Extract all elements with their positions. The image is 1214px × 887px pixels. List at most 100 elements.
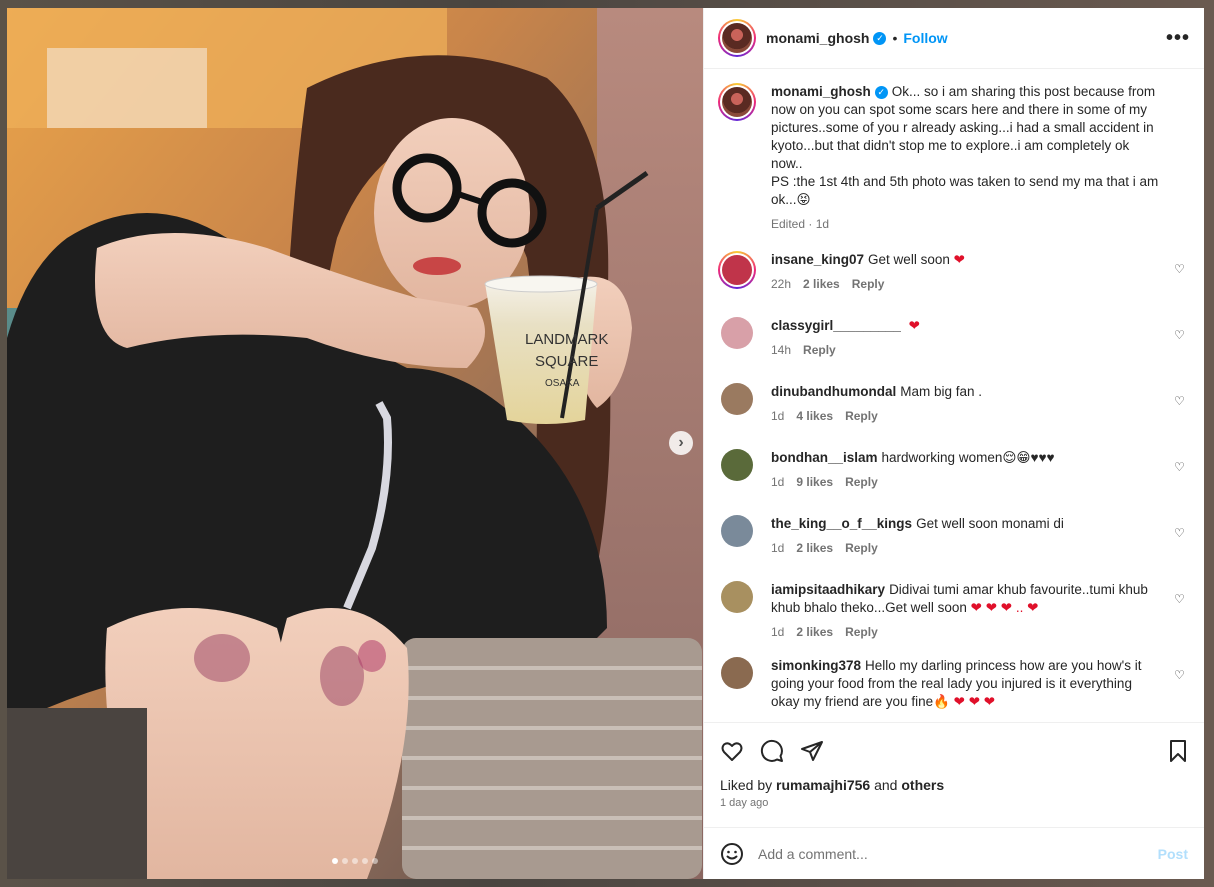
comment-avatar[interactable] (721, 657, 753, 689)
comment-avatar[interactable] (721, 449, 753, 481)
comment-username[interactable]: iamipsitaadhikary (771, 582, 885, 597)
comment-reply-button[interactable]: Reply (845, 475, 878, 489)
comment-username[interactable]: classygirl_________ (771, 318, 901, 333)
comment-item: iamipsitaadhikary Didivai tumi amar khub … (718, 581, 1190, 639)
comment-time: 1d (771, 625, 785, 639)
post-comment-button[interactable]: Post (1158, 846, 1188, 862)
comment-like-heart-icon[interactable]: ♡ (1174, 263, 1186, 275)
emoji-icon[interactable] (720, 842, 744, 866)
share-icon[interactable] (800, 739, 824, 763)
comment-input[interactable] (758, 845, 1158, 862)
like-heart-icon[interactable] (720, 739, 744, 763)
caption-text: monami_ghosh ✓ Ok... so i am sharing this … (771, 83, 1164, 209)
carousel-dot (362, 858, 368, 864)
post-photo: LANDMARK SQUARE OSAKA › (7, 8, 703, 879)
carousel-dot (342, 858, 348, 864)
photo-illustration: LANDMARK SQUARE OSAKA (7, 8, 703, 879)
carousel-dot (372, 858, 378, 864)
red-heart-emoji: ❤ ❤ ❤ (953, 694, 996, 709)
cup-text-line2: SQUARE (535, 353, 598, 370)
next-photo-button[interactable]: › (669, 431, 693, 455)
liked-user[interactable]: rumamajhi756 (776, 777, 870, 793)
carousel-dot (332, 858, 338, 864)
comment-text: Mam big fan . (900, 384, 983, 399)
comment-likes[interactable]: 2 likes (796, 625, 833, 639)
add-comment-bar: Post (704, 827, 1204, 879)
cup-text-line3: OSAKA (545, 378, 580, 389)
comment-text: Get well soon (868, 252, 950, 267)
comment-avatar[interactable] (718, 251, 756, 289)
comment-item: dinubandhumondal Mam big fan . 1d 4 likes R… (718, 383, 1190, 431)
author-username[interactable]: monami_ghosh (766, 30, 869, 46)
post-modal: LANDMARK SQUARE OSAKA › monami_ghosh ✓ •… (7, 8, 1204, 879)
comment-like-heart-icon[interactable]: ♡ (1174, 527, 1186, 539)
comment-time: 22h (771, 277, 792, 291)
liked-by: Liked by rumamajhi756 and others (720, 777, 1190, 793)
comment-item: classygirl_________ ❤ 14h Reply ♡ (718, 317, 1190, 365)
comment-likes[interactable]: 4 likes (796, 409, 833, 423)
comment-item: simonking378 Hello my darling princess ho… (718, 657, 1190, 711)
verified-badge-icon: ✓ (873, 31, 887, 45)
carousel-dots (332, 858, 378, 864)
caption-meta: Edited · 1d (771, 217, 830, 231)
comment-meta: 1d 2 likes Reply (771, 625, 1164, 639)
comment-time: 1d (771, 541, 785, 555)
comment-meta: 22h 2 likes Reply (771, 277, 1164, 291)
comment-username[interactable]: bondhan__islam (771, 450, 878, 465)
comments-list[interactable]: monami_ghosh ✓ Ok... so i am sharing this … (704, 69, 1204, 722)
comment-reply-button[interactable]: Reply (852, 277, 885, 291)
comment-like-heart-icon[interactable]: ♡ (1174, 395, 1186, 407)
comment-icon[interactable] (760, 739, 784, 763)
comment-reply-button[interactable]: Reply (803, 343, 836, 357)
comment-avatar[interactable] (721, 515, 753, 547)
comment-username[interactable]: the_king__o_f__kings (771, 516, 912, 531)
comment-like-heart-icon[interactable]: ♡ (1174, 329, 1186, 341)
caption-avatar[interactable] (718, 83, 756, 121)
post-time: 1 day ago (720, 797, 769, 809)
comment-username[interactable]: simonking378 (771, 658, 861, 673)
chevron-right-icon: › (678, 434, 684, 451)
caption-username[interactable]: monami_ghosh (771, 84, 871, 99)
comment-time: 1d (771, 409, 785, 423)
post-header: monami_ghosh ✓ • Follow ••• (704, 8, 1204, 69)
liked-others[interactable]: others (901, 777, 944, 793)
comment-meta: 1d 2 likes Reply (771, 541, 1164, 555)
comment-avatar[interactable] (721, 317, 753, 349)
comment-like-heart-icon[interactable]: ♡ (1174, 593, 1186, 605)
comment-reply-button[interactable]: Reply (845, 541, 878, 555)
comment-time: 1d (771, 475, 785, 489)
comment-likes[interactable]: 2 likes (796, 541, 833, 555)
comment-reply-button[interactable]: Reply (845, 625, 878, 639)
comment-likes[interactable]: 2 likes (803, 277, 840, 291)
comment-meta: 1d 4 likes Reply (771, 409, 1164, 423)
actions-section: Liked by rumamajhi756 and others 1 day a… (704, 722, 1204, 827)
comment-likes[interactable]: 9 likes (796, 475, 833, 489)
comment-time: 14h (771, 343, 792, 357)
comment-meta: 14h Reply (771, 343, 1164, 357)
comment-avatar[interactable] (721, 581, 753, 613)
red-heart-emoji: ❤ (953, 252, 965, 267)
comment-username[interactable]: dinubandhumondal (771, 384, 896, 399)
red-heart-emoji: ❤ (908, 318, 920, 333)
comment-text: hardworking women😌😁♥♥♥ (881, 450, 1055, 465)
post-side-panel: monami_ghosh ✓ • Follow ••• monami_ghosh… (703, 8, 1204, 879)
comment-text: Get well soon monami di (916, 516, 1064, 531)
liked-prefix: Liked by (720, 777, 773, 793)
caption-ps: PS :the 1st 4th and 5th photo was taken … (771, 174, 1159, 207)
comment-reply-button[interactable]: Reply (845, 409, 878, 423)
comment-avatar[interactable] (721, 383, 753, 415)
comment-username[interactable]: insane_king07 (771, 252, 864, 267)
carousel-dot (352, 858, 358, 864)
caption: monami_ghosh ✓ Ok... so i am sharing this … (718, 83, 1190, 231)
liked-and: and (874, 777, 898, 793)
save-bookmark-icon[interactable] (1166, 739, 1190, 763)
follow-button[interactable]: Follow (903, 30, 947, 46)
cup-text-line1: LANDMARK (525, 331, 608, 348)
author-avatar[interactable] (718, 19, 756, 57)
comment-item: the_king__o_f__kings Get well soon monami… (718, 515, 1190, 563)
comment-meta: 1d 9 likes Reply (771, 475, 1164, 489)
more-options-icon[interactable]: ••• (1166, 28, 1190, 48)
comment-like-heart-icon[interactable]: ♡ (1174, 461, 1186, 473)
comment-item: insane_king07 Get well soon ❤ 22h 2 likes R… (718, 251, 1190, 299)
comment-like-heart-icon[interactable]: ♡ (1174, 669, 1186, 681)
